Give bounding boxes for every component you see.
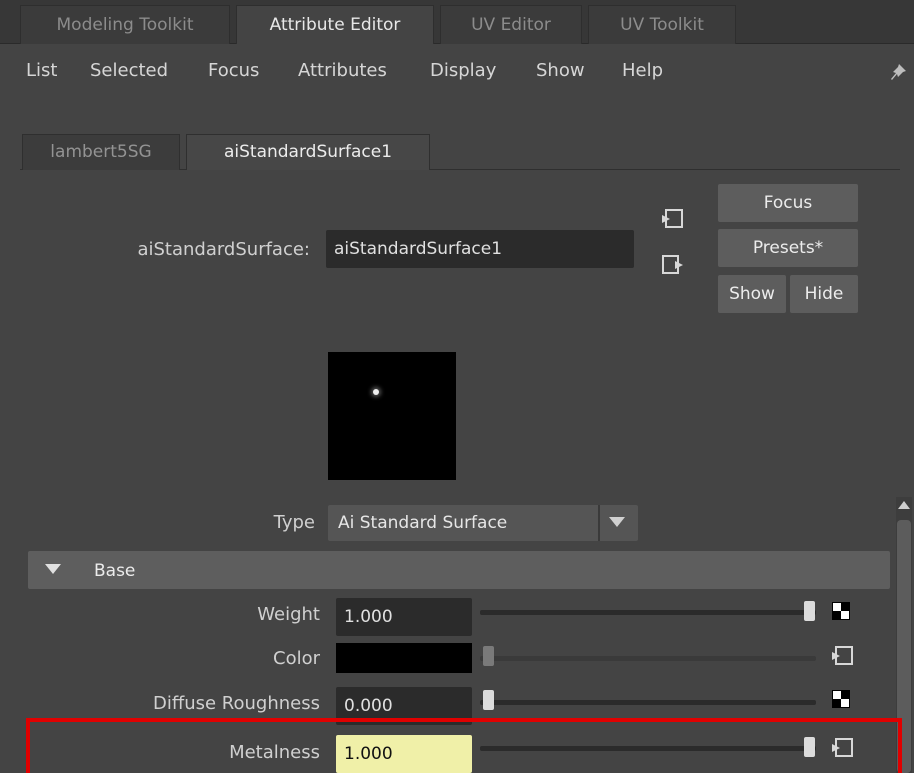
node-name-field[interactable]: aiStandardSurface1 (326, 230, 634, 268)
map-button-checker-icon[interactable] (832, 690, 850, 708)
tab-uv-editor[interactable]: UV Editor (440, 5, 582, 44)
section-title: Base (94, 561, 136, 581)
swatch-highlight (373, 389, 379, 395)
type-label: Type (273, 512, 315, 533)
metalness-label: Metalness (229, 742, 320, 763)
weight-slider-handle[interactable] (804, 601, 815, 621)
diffuse-roughness-slider-handle[interactable] (483, 690, 494, 710)
scroll-up-arrow-icon[interactable] (897, 500, 911, 510)
color-swatch[interactable] (336, 643, 472, 673)
menu-focus[interactable]: Focus (208, 60, 259, 81)
menu-help[interactable]: Help (622, 60, 663, 81)
diffuse-roughness-label: Diffuse Roughness (152, 693, 320, 714)
color-label: Color (273, 648, 320, 669)
weight-slider-track[interactable] (480, 610, 816, 615)
tab-modeling-toolkit[interactable]: Modeling Toolkit (20, 5, 230, 44)
menu-list[interactable]: List (26, 60, 57, 81)
output-connection-icon[interactable] (660, 253, 686, 277)
base-section-header[interactable]: Base (28, 551, 890, 589)
metalness-slider-handle[interactable] (804, 737, 815, 757)
diffuse-roughness-slider-track[interactable] (480, 700, 816, 705)
menu-attributes[interactable]: Attributes (298, 60, 387, 81)
tab-attribute-editor[interactable]: Attribute Editor (236, 5, 434, 44)
input-connection-icon[interactable] (830, 737, 856, 759)
focus-button[interactable]: Focus (718, 184, 858, 222)
metalness-field[interactable]: 1.000 (336, 735, 472, 773)
type-dropdown-value: Ai Standard Surface (338, 513, 508, 533)
input-connection-icon[interactable] (660, 207, 686, 231)
type-dropdown[interactable]: Ai Standard Surface (328, 505, 638, 541)
input-connection-icon[interactable] (830, 645, 856, 667)
color-slider-handle[interactable] (483, 646, 494, 666)
tab-uv-toolkit[interactable]: UV Toolkit (588, 5, 736, 44)
expand-triangle-icon (44, 563, 62, 575)
metalness-slider-track[interactable] (480, 746, 816, 751)
tab-lambert5sg[interactable]: lambert5SG (22, 134, 180, 170)
node-type-label: aiStandardSurface: (137, 239, 310, 260)
tab-aistandardsurface1[interactable]: aiStandardSurface1 (186, 134, 430, 170)
chevron-down-icon (608, 516, 626, 528)
weight-field[interactable]: 1.000 (336, 598, 472, 636)
weight-label: Weight (257, 604, 320, 625)
map-button-checker-icon[interactable] (832, 602, 850, 620)
menu-display[interactable]: Display (430, 60, 496, 81)
show-button[interactable]: Show (718, 275, 786, 313)
pin-icon[interactable] (888, 62, 908, 82)
hide-button[interactable]: Hide (790, 275, 858, 313)
dropdown-divider (598, 505, 600, 541)
material-swatch-preview (328, 352, 456, 480)
color-slider-track[interactable] (480, 656, 816, 661)
presets-button[interactable]: Presets* (718, 229, 858, 267)
menu-show[interactable]: Show (536, 60, 585, 81)
menu-selected[interactable]: Selected (90, 60, 168, 81)
